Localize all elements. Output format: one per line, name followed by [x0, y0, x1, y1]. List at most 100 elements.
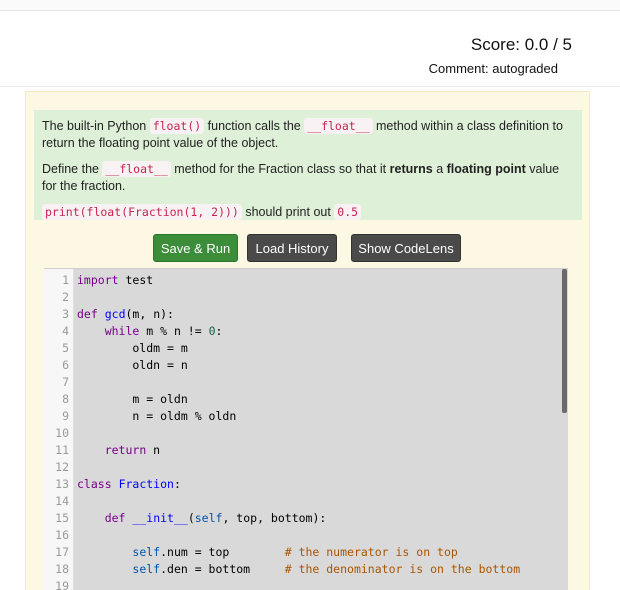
code-text: import test — [77, 272, 153, 289]
prompt-paragraph-2: Define the __float__ method for the Frac… — [42, 161, 574, 195]
code-line[interactable]: 9 n = oldm % oldn — [44, 408, 568, 425]
line-number: 2 — [62, 290, 69, 304]
code-token: import — [77, 273, 119, 287]
code-line[interactable]: 10 — [44, 425, 568, 442]
line-number: 17 — [55, 545, 69, 559]
code-line[interactable]: 14 — [44, 493, 568, 510]
code-token: ( — [187, 511, 195, 525]
code-text: class Fraction: — [77, 476, 181, 493]
code-token: self — [132, 545, 161, 559]
code-token: : — [173, 477, 181, 491]
code-token: class — [77, 477, 112, 491]
save-run-button[interactable]: Save & Run — [153, 234, 238, 262]
line-number: 7 — [62, 375, 69, 389]
code-token: m % n != — [139, 324, 209, 338]
code-token: .den = bottom — [160, 562, 285, 576]
code-text: self.den = bottom # the denominator is o… — [77, 561, 520, 578]
line-number: 13 — [55, 477, 69, 491]
code-text: oldn = n — [77, 357, 188, 374]
comment-text: Comment: autograded — [428, 61, 558, 76]
top-divider — [0, 0, 620, 11]
code-token: return — [104, 443, 147, 457]
code-line[interactable]: 17 self.num = top # the numerator is on … — [44, 544, 568, 561]
code-token: gcd — [104, 307, 126, 321]
code-token: # the numerator is on top — [284, 545, 458, 559]
code-token: Fraction — [118, 477, 174, 491]
code-line[interactable]: 2 — [44, 289, 568, 306]
prompt-text: a — [432, 162, 447, 176]
code-line[interactable]: 3 def gcd(m, n): — [44, 306, 568, 323]
code-line[interactable]: 1 import test — [44, 272, 568, 289]
code-text: n = oldm % oldn — [77, 408, 236, 425]
line-number: 14 — [55, 494, 69, 508]
show-codelens-button[interactable]: Show CodeLens — [351, 234, 461, 262]
code-token: oldm = m — [77, 341, 188, 355]
question-prompt: The built-in Python float() function cal… — [34, 110, 582, 220]
line-number: 3 — [62, 307, 69, 321]
code-token: , top, bottom): — [222, 511, 327, 525]
code-line[interactable]: 7 — [44, 374, 568, 391]
code-line[interactable]: 8 m = oldn — [44, 391, 568, 408]
code-token: self — [132, 562, 161, 576]
code-token: # the denominator is on the bottom — [284, 562, 521, 576]
code-token: 0 — [208, 324, 216, 338]
code-token: m = oldn — [77, 392, 188, 406]
code-token: def — [104, 511, 126, 525]
prompt-text: Define the — [42, 162, 103, 176]
prompt-text: should print out — [241, 205, 335, 219]
code-token: __init__ — [132, 511, 188, 525]
code-token: while — [104, 324, 140, 338]
inline-code-dunder-float: __float__ — [102, 161, 171, 177]
code-token: test — [118, 273, 154, 287]
line-number: 15 — [55, 511, 69, 525]
prompt-text: method for the Fraction class so that it — [170, 162, 390, 176]
prompt-text: The built-in Python — [42, 119, 150, 133]
line-number: 5 — [62, 341, 69, 355]
line-number: 10 — [55, 426, 69, 440]
code-line[interactable]: 5 oldm = m — [44, 340, 568, 357]
code-text: self.num = top # the numerator is on top — [77, 544, 458, 561]
code-line[interactable]: 6 oldn = n — [44, 357, 568, 374]
code-text: def __init__(self, top, bottom): — [77, 510, 327, 527]
line-number: 9 — [62, 409, 69, 423]
prompt-bold-floating-point: floating point — [446, 162, 526, 176]
code-line[interactable]: 15 def __init__(self, top, bottom): — [44, 510, 568, 527]
code-line[interactable]: 18 self.den = bottom # the denominator i… — [44, 561, 568, 578]
code-line[interactable]: 19 — [44, 578, 568, 590]
load-history-button[interactable]: Load History — [247, 234, 337, 262]
line-number: 12 — [55, 460, 69, 474]
code-line[interactable]: 4 while m % n != 0: — [44, 323, 568, 340]
line-number: 4 — [62, 324, 69, 338]
code-editor[interactable]: 1 import test 2 3 def gcd(m, n): 4 while m % … — [44, 268, 568, 590]
code-line[interactable]: 11 return n — [44, 442, 568, 459]
code-text: def gcd(m, n): — [77, 306, 174, 323]
code-token: (m, n): — [125, 307, 174, 321]
code-line[interactable]: 12 — [44, 459, 568, 476]
inline-code-result: 0.5 — [334, 204, 362, 220]
prompt-bold-returns: returns — [389, 162, 433, 176]
code-text: return n — [77, 442, 160, 459]
prompt-paragraph-1: The built-in Python float() function cal… — [42, 118, 574, 152]
inline-code-print: print(float(Fraction(1, 2))) — [42, 204, 242, 220]
line-number: 18 — [55, 562, 69, 576]
code-token: def — [77, 307, 98, 321]
line-number: 19 — [55, 579, 69, 590]
code-token: oldn = n — [77, 358, 188, 372]
code-line[interactable]: 13 class Fraction: — [44, 476, 568, 493]
code-text: oldm = m — [77, 340, 188, 357]
grade-header: Score: 0.0 / 5 Comment: autograded — [0, 11, 620, 87]
code-token: n = oldm % oldn — [77, 409, 237, 423]
code-line[interactable]: 16 — [44, 527, 568, 544]
code-token: self — [194, 511, 223, 525]
inline-code-float: float() — [149, 118, 205, 134]
score-text: Score: 0.0 / 5 — [470, 35, 572, 54]
code-text: while m % n != 0: — [77, 323, 223, 340]
line-number: 11 — [55, 443, 69, 457]
line-number: 16 — [55, 528, 69, 542]
